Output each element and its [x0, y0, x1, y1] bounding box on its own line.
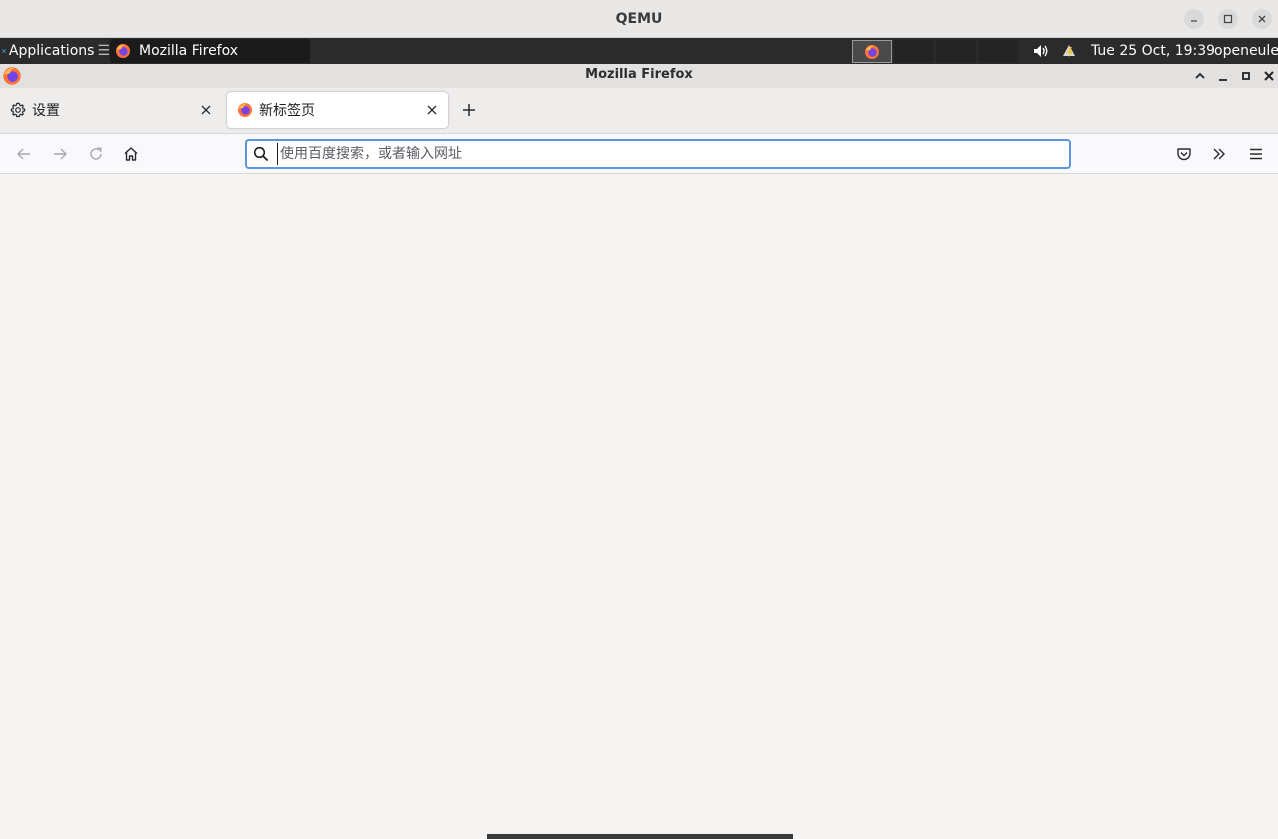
- tab-label: 新标签页: [259, 103, 315, 119]
- close-icon: [1264, 71, 1274, 81]
- network-icon[interactable]: [1060, 42, 1078, 64]
- volume-icon[interactable]: [1032, 42, 1050, 64]
- tab-close-button[interactable]: [198, 102, 214, 118]
- firefox-window-titlebar: Mozilla Firefox: [0, 64, 1278, 88]
- tab-label: 设置: [32, 103, 60, 119]
- window-shade-button[interactable]: [1192, 68, 1208, 84]
- applications-menu-button[interactable]: Applications ☰: [2, 38, 110, 64]
- qemu-title: QEMU: [615, 11, 663, 27]
- close-icon: [427, 105, 437, 115]
- window-close-button[interactable]: [1261, 68, 1277, 84]
- chevron-up-icon: [1195, 72, 1205, 79]
- new-tab-button[interactable]: [458, 99, 480, 121]
- pocket-button[interactable]: [1174, 144, 1194, 164]
- scroll-indicator: [487, 834, 793, 839]
- overflow-menu-button[interactable]: [1209, 144, 1229, 164]
- minimize-icon: [1191, 20, 1197, 22]
- firefox-icon: [116, 44, 130, 58]
- workspace-4[interactable]: [978, 40, 1018, 63]
- workspace-2[interactable]: [894, 40, 934, 63]
- reload-button[interactable]: [86, 144, 106, 164]
- arrow-left-icon: [17, 148, 30, 160]
- qemu-minimize-button[interactable]: [1184, 9, 1204, 29]
- firefox-window-title: Mozilla Firefox: [585, 67, 693, 82]
- tab-close-button[interactable]: [424, 102, 440, 118]
- window-minimize-button[interactable]: [1215, 68, 1231, 84]
- workspace-3[interactable]: [936, 40, 976, 63]
- taskbar-item-firefox[interactable]: Mozilla Firefox: [110, 39, 310, 63]
- xfce-logo-icon: [2, 49, 6, 53]
- workspace-1[interactable]: [852, 40, 892, 63]
- home-icon: [124, 147, 138, 161]
- page-content: [0, 174, 1278, 839]
- tab-new-tab[interactable]: 新标签页: [227, 92, 448, 128]
- close-icon: [1258, 15, 1266, 23]
- chevron-double-right-icon: [1213, 148, 1225, 160]
- qemu-titlebar: QEMU: [0, 0, 1278, 38]
- maximize-icon: [1242, 72, 1250, 80]
- applications-menu-icon: ☰: [97, 43, 110, 59]
- search-icon: [253, 146, 269, 166]
- forward-button[interactable]: [50, 144, 70, 164]
- tab-settings[interactable]: 设置: [0, 92, 222, 128]
- applications-label: Applications: [8, 43, 95, 59]
- url-input[interactable]: [277, 143, 1057, 165]
- firefox-icon: [238, 103, 252, 117]
- navigation-toolbar: [0, 133, 1278, 174]
- pocket-icon: [1177, 148, 1191, 161]
- app-menu-button[interactable]: [1246, 144, 1266, 164]
- qemu-maximize-button[interactable]: [1218, 9, 1238, 29]
- minimize-icon: [1219, 79, 1227, 81]
- back-button[interactable]: [14, 144, 34, 164]
- window-maximize-button[interactable]: [1238, 68, 1254, 84]
- plus-icon: [463, 104, 475, 116]
- tab-strip: 设置 新标签页: [0, 88, 1278, 133]
- close-icon: [201, 105, 211, 115]
- desktop-panel: Applications ☰ Mozilla Firefox Tue 25 Oc…: [0, 38, 1278, 64]
- home-button[interactable]: [121, 144, 141, 164]
- panel-user-menu[interactable]: openeuler: [1214, 38, 1278, 64]
- maximize-icon: [1223, 14, 1233, 24]
- arrow-right-icon: [54, 148, 67, 160]
- panel-clock[interactable]: Tue 25 Oct, 19:39: [1091, 38, 1215, 64]
- qemu-close-button[interactable]: [1252, 9, 1272, 29]
- hamburger-menu-icon: [1250, 148, 1262, 160]
- gear-icon: [10, 102, 26, 118]
- firefox-icon: [865, 44, 879, 59]
- taskbar-item-label: Mozilla Firefox: [139, 43, 239, 59]
- workspace-switcher: [852, 40, 1018, 63]
- address-bar[interactable]: [245, 139, 1071, 169]
- reload-icon: [90, 147, 102, 160]
